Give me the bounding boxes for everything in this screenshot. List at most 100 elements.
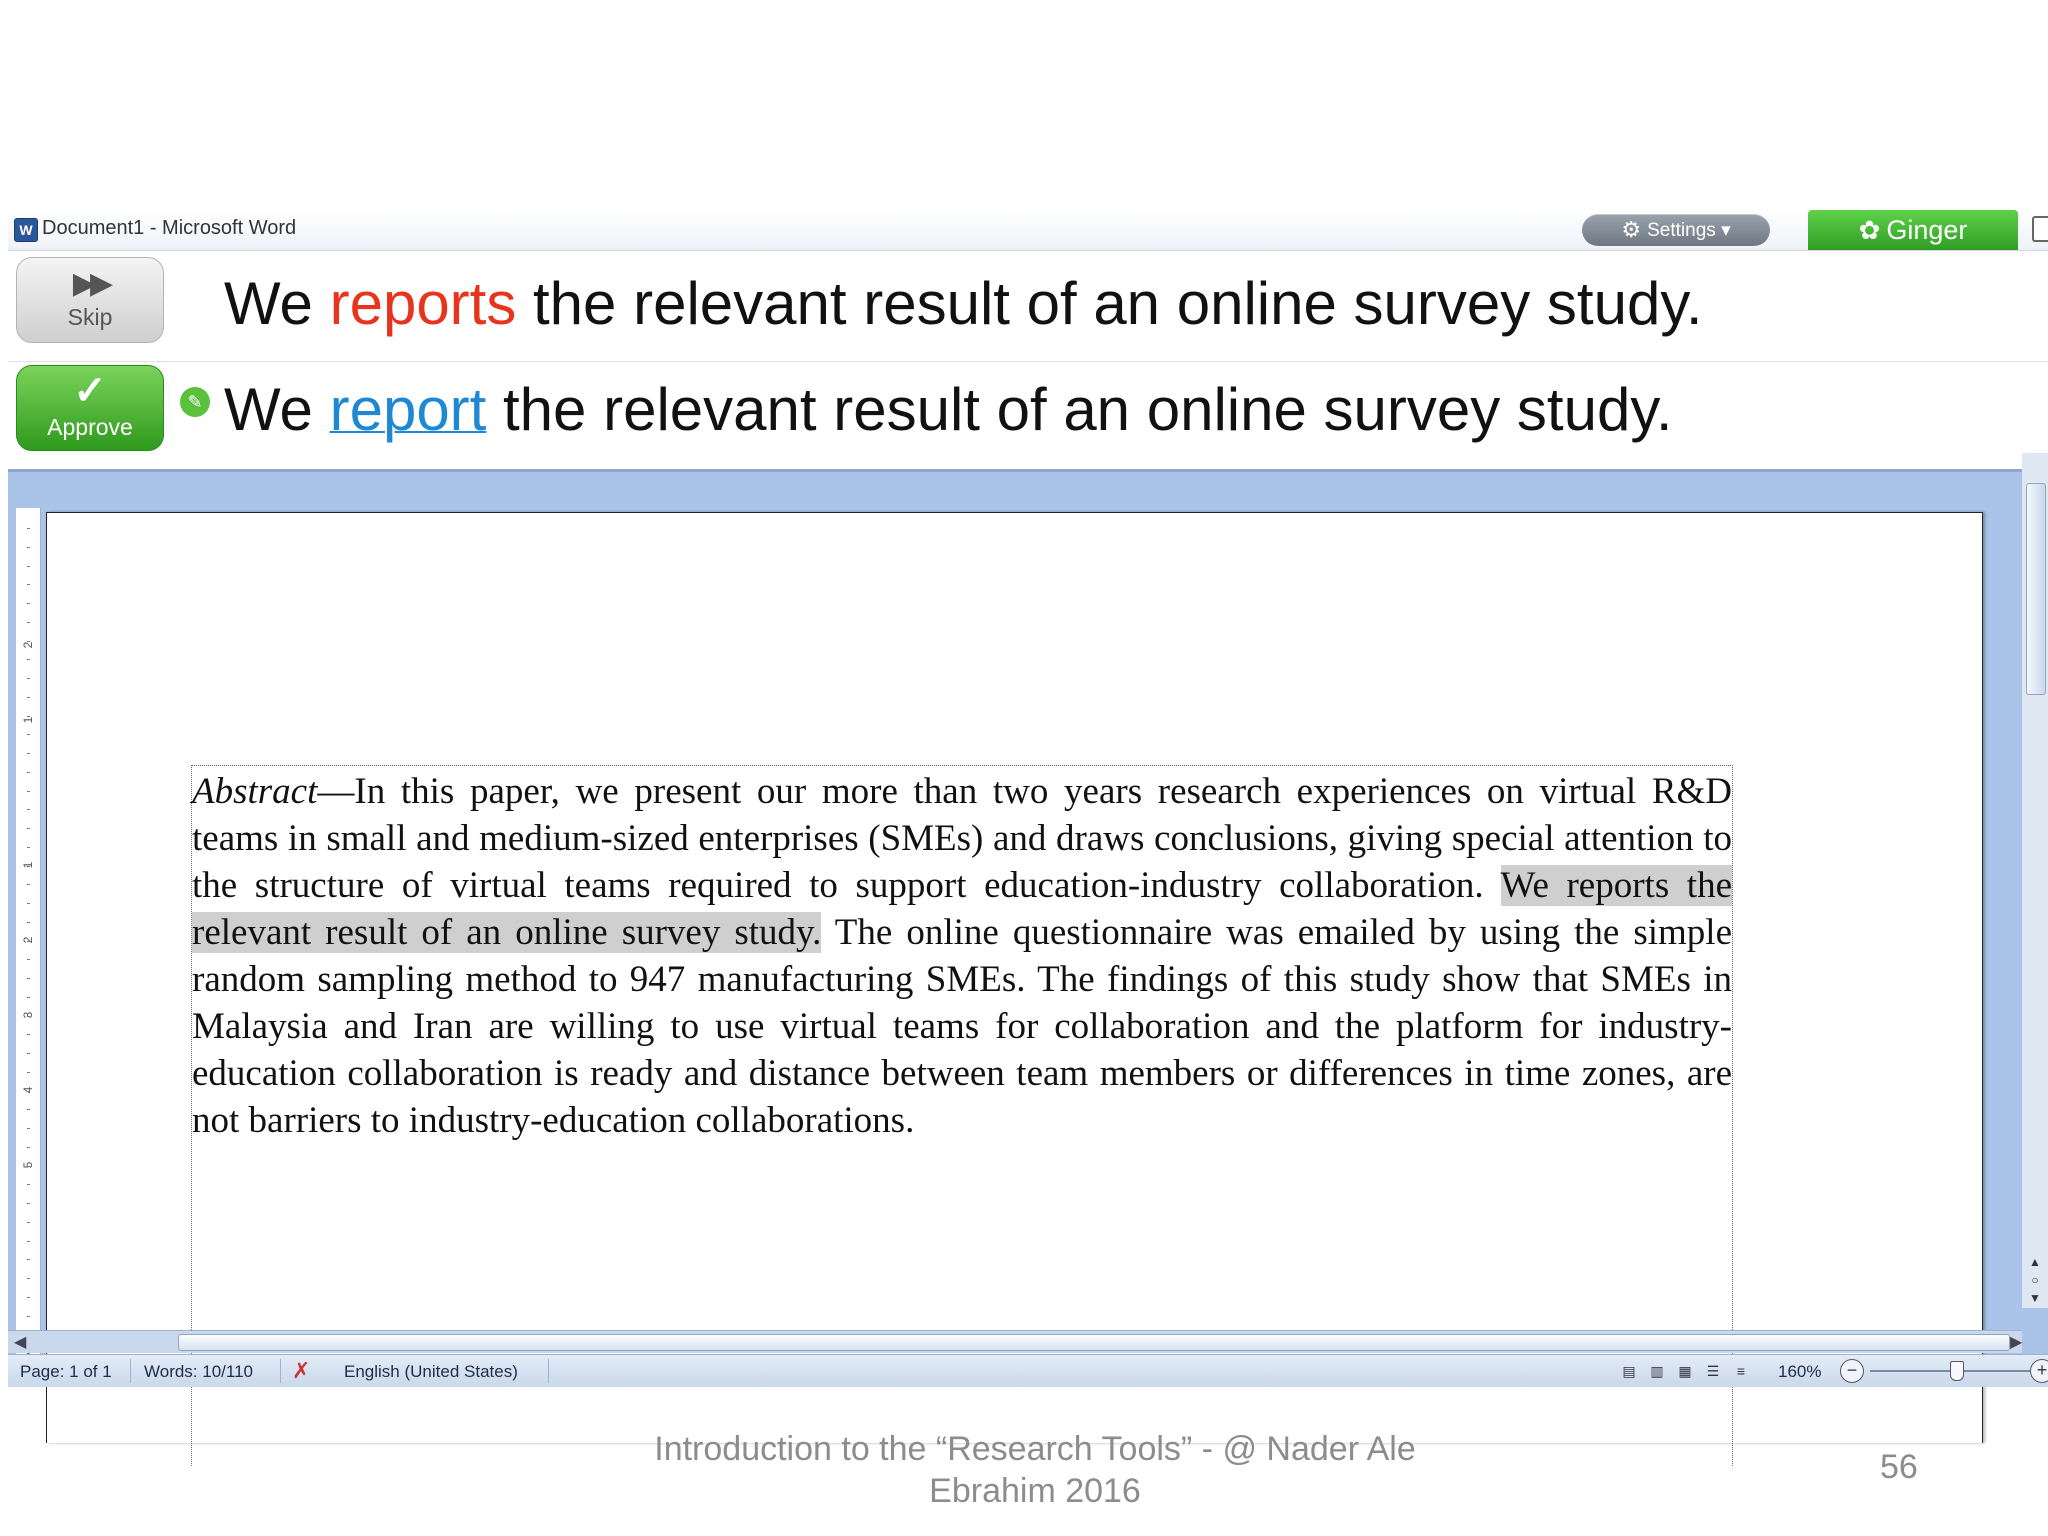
abstract-dash: —: [317, 771, 355, 812]
ruler-tick: [27, 1203, 30, 1204]
word-window: W Document1 - Microsoft Word ⚙ Settings ▾…: [8, 208, 2048, 1466]
panel-divider: [8, 361, 2048, 362]
suggested-sentence: We report the relevant result of an onli…: [224, 375, 1673, 444]
scroll-left-icon[interactable]: ◀: [14, 1332, 26, 1352]
settings-label: Settings: [1647, 220, 1716, 241]
ruler-tick: [27, 640, 30, 642]
ruler-tick: [27, 1315, 30, 1317]
ruler-tick: [27, 884, 30, 886]
restore-window-icon[interactable]: [2032, 216, 2048, 242]
slide-footer: Introduction to the “Research Tools” - @…: [654, 1430, 1416, 1510]
horizontal-scroll-thumb[interactable]: [178, 1334, 2010, 1351]
original-after: the relevant result of an online survey …: [516, 270, 1703, 337]
error-word: reports: [329, 270, 517, 337]
language-indicator[interactable]: English (United States): [344, 1362, 518, 1382]
status-separator: [280, 1359, 281, 1383]
original-sentence: We reports the relevant result of an onl…: [224, 269, 1703, 338]
ruler-tick: [27, 959, 30, 961]
status-bar: Page: 1 of 1 Words: 10/110 ✗ English (Un…: [8, 1354, 2048, 1387]
ruler-tick: [27, 978, 30, 979]
browse-object-icons[interactable]: ▲ ○ ▼: [2026, 1253, 2044, 1307]
ginger-logo-icon: ✿: [1858, 215, 1881, 245]
horizontal-scrollbar[interactable]: ◀ ▶: [8, 1330, 2022, 1353]
abstract-heading: Abstract: [192, 771, 318, 812]
fast-forward-icon: ▶▶: [72, 267, 113, 300]
proofing-icon[interactable]: ✗: [292, 1358, 310, 1384]
ruler-tick: [27, 659, 30, 661]
ruler-tick: [27, 940, 30, 942]
ruler-tick: [27, 1296, 30, 1298]
ruler-tick: [27, 790, 30, 792]
window-title: Document1 - Microsoft Word: [42, 217, 297, 239]
gear-icon: ⚙: [1621, 217, 1642, 242]
ruler-tick: [27, 621, 30, 623]
ruler-tick: [27, 696, 30, 698]
ruler-tick: [27, 1071, 30, 1073]
draft-icon[interactable]: ≡: [1730, 1360, 1752, 1382]
scroll-right-icon[interactable]: ▶: [2010, 1332, 2022, 1352]
pencil-icon[interactable]: ✎: [180, 387, 210, 417]
ruler-tick: [27, 865, 30, 867]
zoom-slider-thumb[interactable]: [1950, 1361, 1964, 1381]
zoom-out-icon[interactable]: −: [1840, 1359, 1864, 1383]
ruler-tick: [27, 734, 30, 736]
ginger-suggestion-panel: ▶▶ Skip We reports the relevant result o…: [8, 251, 2048, 472]
title-bar: W Document1 - Microsoft Word ⚙ Settings ▾…: [8, 208, 2048, 251]
original-before: We: [224, 270, 330, 337]
ruler-tick: [27, 1165, 30, 1167]
word-count[interactable]: Words: 10/110: [144, 1362, 253, 1382]
status-separator: [130, 1359, 131, 1383]
ruler-tick: [27, 603, 30, 604]
ruler-tick: [27, 771, 30, 773]
ruler-tick: [27, 678, 30, 679]
chevron-down-icon: ▾: [1721, 220, 1731, 241]
ruler-tick: [27, 809, 30, 811]
document-page[interactable]: Abstract—In this paper, we present our m…: [46, 512, 1983, 1466]
suggestion-before: We: [224, 376, 330, 443]
outline-icon[interactable]: ☰: [1702, 1360, 1724, 1382]
ruler-tick: [27, 753, 30, 754]
vertical-scroll-thumb[interactable]: [2026, 483, 2046, 695]
ruler-tick: [27, 546, 30, 548]
corrected-word[interactable]: report: [330, 376, 487, 443]
ruler-tick: [27, 1128, 30, 1129]
ruler-tick: [27, 1146, 30, 1148]
suggestion-after: the relevant result of an online survey …: [486, 376, 1673, 443]
zoom-in-icon[interactable]: +: [2030, 1359, 2048, 1383]
skip-label: Skip: [67, 304, 113, 330]
slide-page-number: 56: [1880, 1448, 1918, 1486]
ruler-tick: [27, 1259, 30, 1261]
ruler-tick: [27, 1240, 30, 1242]
ginger-button[interactable]: ✿ Ginger: [1808, 210, 2018, 250]
skip-button[interactable]: ▶▶ Skip: [16, 257, 164, 343]
approve-label: Approve: [47, 414, 133, 440]
settings-button[interactable]: ⚙ Settings ▾: [1582, 214, 1770, 246]
page-count[interactable]: Page: 1 of 1: [20, 1362, 112, 1382]
ginger-label: Ginger: [1886, 215, 1968, 245]
zoom-level[interactable]: 160%: [1778, 1362, 1821, 1382]
ruler-tick: [27, 565, 30, 567]
web-layout-icon[interactable]: ▦: [1674, 1360, 1696, 1382]
ruler-tick: [27, 996, 30, 998]
full-screen-reading-icon[interactable]: ▥: [1646, 1360, 1668, 1382]
word-app-icon[interactable]: W: [14, 218, 38, 242]
print-layout-icon[interactable]: ▤: [1618, 1360, 1640, 1382]
ruler-tick: [27, 1184, 30, 1186]
ruler-tick: [27, 1278, 30, 1279]
ruler-tick: [27, 1053, 30, 1054]
ruler-tick: [27, 1015, 30, 1017]
ruler-tick: [27, 715, 30, 717]
ruler-tick: [27, 828, 30, 829]
status-separator: [548, 1359, 549, 1383]
approve-button[interactable]: ✓ Approve: [16, 365, 164, 451]
checkmark-icon: ✓: [73, 369, 107, 413]
abstract-paragraph[interactable]: Abstract—In this paper, we present our m…: [192, 768, 1733, 1144]
ruler-tick: [27, 903, 30, 904]
ruler-tick: [27, 846, 30, 848]
ruler-tick: [27, 1034, 30, 1036]
ruler-tick: [27, 921, 30, 923]
ruler-tick: [27, 1221, 30, 1223]
vertical-ruler[interactable]: 2 1 1 2 3 4 5: [16, 508, 41, 1378]
ruler-tick: [27, 1090, 30, 1092]
vertical-scrollbar[interactable]: ▲ ○ ▼: [2022, 453, 2048, 1308]
